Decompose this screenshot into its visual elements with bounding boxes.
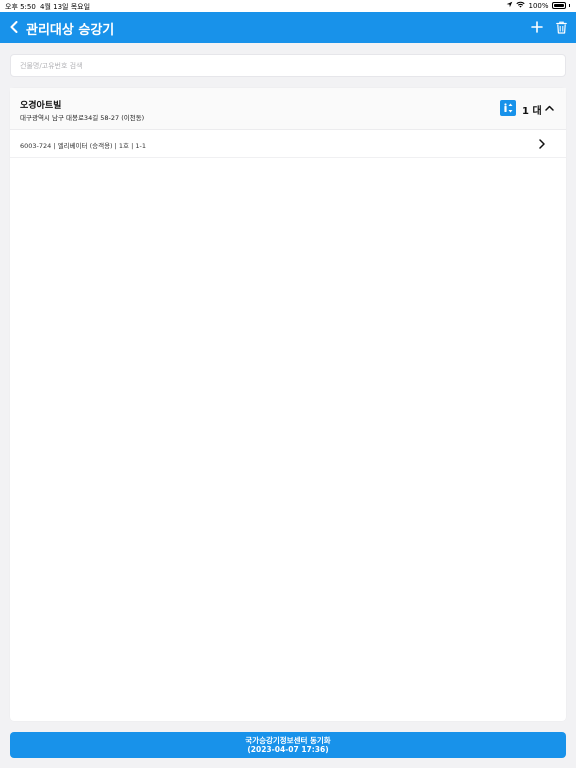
battery-percentage: 100% (528, 1, 549, 10)
building-name: 오경아트빌 (20, 101, 62, 111)
chevron-left-icon (10, 21, 18, 33)
location-arrow-icon (506, 1, 513, 10)
plus-icon (531, 21, 543, 33)
search-input[interactable] (10, 54, 566, 77)
status-date: 4월 13일 목요일 (40, 3, 91, 11)
wifi-icon (516, 1, 526, 10)
building-group-header[interactable]: 오경아트빌 대구광역시 남구 대봉로34길 58-27 (이천동) 1 대 (10, 88, 566, 130)
sync-button[interactable]: 국가승강기정보센터 동기화 (2023-04-07 17:36) (10, 732, 566, 758)
navigation-bar: 관리대상 승강기 (0, 12, 576, 43)
status-time: 오후 5:50 (5, 3, 36, 11)
building-address: 대구광역시 남구 대봉로34길 58-27 (이천동) (20, 114, 145, 122)
add-button[interactable] (528, 17, 546, 37)
status-bar: 오후 5:50 4월 13일 목요일 100% (0, 0, 576, 12)
chevron-up-icon[interactable] (543, 102, 555, 114)
back-button[interactable] (7, 18, 21, 36)
sync-timestamp: (2023-04-07 17:36) (247, 745, 329, 754)
elevator-list-panel: 오경아트빌 대구광역시 남구 대봉로34길 58-27 (이천동) 1 대 60… (10, 88, 566, 721)
chevron-right-icon (536, 138, 548, 150)
elevator-list-item[interactable]: 6003-724 | 엘리베이터 (승객용) | 1호 | 1-1 (10, 130, 566, 158)
elevator-item-label: 6003-724 | 엘리베이터 (승객용) | 1호 | 1-1 (20, 142, 146, 150)
trash-icon (555, 21, 567, 34)
battery-icon (551, 2, 566, 9)
sync-button-label: 국가승강기정보센터 동기화 (245, 736, 331, 745)
status-indicators: 100% (506, 1, 570, 10)
battery-tip (568, 4, 570, 7)
unit-count: 1 대 (522, 106, 542, 117)
elevator-icon (500, 100, 516, 116)
page-title: 관리대상 승강기 (26, 23, 115, 38)
delete-button[interactable] (552, 17, 570, 37)
